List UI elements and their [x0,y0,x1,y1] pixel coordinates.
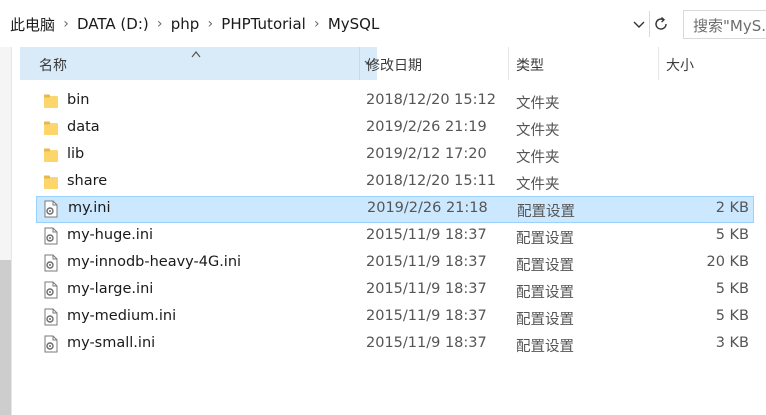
file-size: 2 KB [715,200,749,216]
file-size: 5 KB [715,308,749,324]
file-date: 2015/11/9 18:37 [366,254,487,270]
file-row[interactable]: my-large.ini 2015/11/9 18:37 配置设置 5 KB [36,277,754,304]
config-file-icon [44,281,58,299]
breadcrumb-phptutorial[interactable]: PHPTutorial [217,15,310,33]
file-date: 2019/2/12 17:20 [366,146,487,162]
file-name: my-small.ini [67,335,156,351]
file-type: 配置设置 [517,204,575,220]
chevron-down-icon [633,21,645,28]
file-list: bin 2018/12/20 15:12 文件夹 data 2019/2/26 … [36,88,754,358]
file-name: my-huge.ini [67,227,154,243]
navigation-scrollbar[interactable] [0,260,11,415]
file-date: 2015/11/9 18:37 [366,281,487,297]
column-header-name-label: 名称 [39,58,67,74]
file-date: 2019/2/26 21:18 [367,200,488,216]
file-type: 配置设置 [516,258,574,274]
file-name: data [67,119,100,135]
refresh-icon [654,16,667,30]
file-date: 2018/12/20 15:12 [366,92,496,108]
column-header-name[interactable]: 名称 [20,47,360,80]
file-name: my-large.ini [67,281,154,297]
chevron-right-icon[interactable]: › [203,16,217,32]
file-date: 2019/2/26 21:19 [366,119,487,135]
folder-icon [44,121,58,135]
file-row[interactable]: my-small.ini 2015/11/9 18:37 配置设置 3 KB [36,331,754,358]
column-header-row: 名称 修改日期 类型 大小 [20,47,766,80]
folder-icon [44,94,58,108]
file-type: 文件夹 [516,177,560,193]
file-size: 20 KB [706,254,749,270]
config-file-icon [44,335,58,353]
breadcrumb-php[interactable]: php [167,15,204,33]
search-input[interactable]: 搜索"MyS... [683,10,766,39]
breadcrumb-this-pc[interactable]: 此电脑 [0,14,59,35]
file-date: 2015/11/9 18:37 [366,308,487,324]
file-row[interactable]: share 2018/12/20 15:11 文件夹 [36,169,754,196]
column-header-size-label: 大小 [666,58,694,74]
file-row[interactable]: my-medium.ini 2015/11/9 18:37 配置设置 5 KB [36,304,754,331]
file-row[interactable]: bin 2018/12/20 15:12 文件夹 [36,88,754,115]
file-name: my-innodb-heavy-4G.ini [67,254,242,270]
file-size: 5 KB [715,281,749,297]
chevron-right-icon[interactable]: › [59,16,73,32]
file-row[interactable]: my-innodb-heavy-4G.ini 2015/11/9 18:37 配… [36,250,754,277]
file-row[interactable]: lib 2019/2/12 17:20 文件夹 [36,142,754,169]
address-bar-row: 此电脑 › DATA (D:) › php › PHPTutorial › My… [0,0,766,47]
file-date: 2015/11/9 18:37 [366,227,487,243]
file-date: 2015/11/9 18:37 [366,335,487,351]
file-type: 配置设置 [516,312,574,328]
sort-ascending-icon [191,51,201,58]
file-type: 配置设置 [516,339,574,355]
config-file-icon [44,200,58,218]
config-file-icon [44,227,58,245]
file-type: 文件夹 [516,150,560,166]
chevron-right-icon[interactable]: › [153,16,167,32]
file-name: my.ini [68,200,111,216]
column-header-type-label: 类型 [516,58,544,74]
file-type: 配置设置 [516,285,574,301]
file-type: 文件夹 [516,123,560,139]
column-header-type[interactable]: 类型 [516,47,659,80]
file-type: 文件夹 [516,96,560,112]
file-row[interactable]: my-huge.ini 2015/11/9 18:37 配置设置 5 KB [36,223,754,250]
file-date: 2018/12/20 15:11 [366,173,496,189]
chevron-right-icon[interactable]: › [310,16,324,32]
column-header-date-modified[interactable]: 修改日期 [366,47,509,80]
file-name: bin [67,92,90,108]
column-header-size[interactable]: 大小 [666,47,766,80]
file-name: share [67,173,108,189]
file-row-selected[interactable]: my.ini 2019/2/26 21:18 配置设置 2 KB [36,196,754,223]
file-size: 5 KB [715,227,749,243]
breadcrumb[interactable]: 此电脑 › DATA (D:) › php › PHPTutorial › My… [0,9,650,39]
file-type: 配置设置 [516,231,574,247]
config-file-icon [44,254,58,272]
address-history-button[interactable] [630,14,648,36]
file-name: my-medium.ini [67,308,177,324]
breadcrumb-mysql[interactable]: MySQL [324,15,384,33]
file-size: 3 KB [715,335,749,351]
config-file-icon [44,308,58,326]
breadcrumb-data-drive[interactable]: DATA (D:) [73,15,153,33]
refresh-button[interactable] [649,11,671,37]
file-name: lib [67,146,85,162]
folder-icon [44,175,58,189]
file-row[interactable]: data 2019/2/26 21:19 文件夹 [36,115,754,142]
column-header-date-label: 修改日期 [366,58,422,74]
folder-icon [44,148,58,162]
